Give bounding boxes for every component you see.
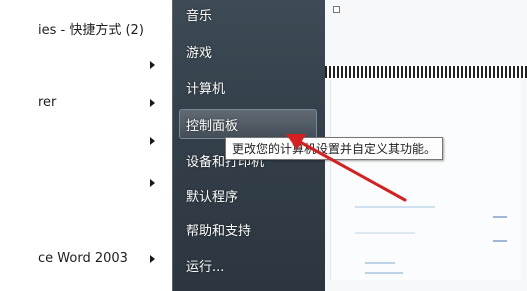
submenu-arrow-icon[interactable] bbox=[150, 99, 155, 107]
menu-item-help-and-support[interactable]: 帮助和支持 bbox=[186, 220, 251, 239]
background-checkbox-row bbox=[333, 6, 343, 13]
menu-item-computer[interactable]: 计算机 bbox=[186, 78, 225, 97]
checkbox-icon bbox=[333, 6, 340, 13]
submenu-arrow-icon[interactable] bbox=[150, 61, 155, 69]
menu-item-games[interactable]: 游戏 bbox=[186, 42, 212, 61]
programs-pane: ies - 快捷方式 (2) rer ce Word 2003 bbox=[0, 0, 172, 291]
submenu-arrow-icon[interactable] bbox=[150, 137, 155, 145]
menu-item-music[interactable]: 音乐 bbox=[186, 5, 212, 24]
menu-item-default-programs[interactable]: 默认程序 bbox=[186, 186, 238, 205]
submenu-arrow-icon[interactable] bbox=[150, 255, 155, 263]
program-item-explorer[interactable]: rer bbox=[38, 95, 56, 110]
menu-item-run[interactable]: 运行... bbox=[186, 256, 224, 275]
program-item-ies-shortcut[interactable]: ies - 快捷方式 (2) bbox=[38, 19, 144, 38]
control-panel-tooltip: 更改您的计算机设置并自定义其功能。 bbox=[225, 137, 444, 160]
submenu-arrow-icon[interactable] bbox=[150, 179, 155, 187]
menu-item-control-panel[interactable]: 控制面板 bbox=[186, 115, 238, 134]
program-item-office-word-2003[interactable]: ce Word 2003 bbox=[38, 251, 128, 266]
notebook-spiral-binding bbox=[325, 66, 527, 78]
background-page bbox=[330, 80, 521, 280]
